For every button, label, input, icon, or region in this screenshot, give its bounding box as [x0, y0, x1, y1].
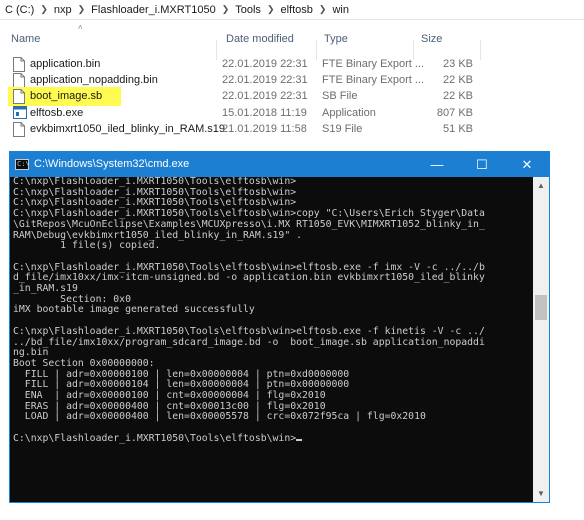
file-type: FTE Binary Export ...: [322, 74, 425, 86]
terminal-line: C:\nxp\Flashloader_i.MXRT1050\Tools\elft…: [13, 177, 297, 187]
file-name: application_nopadding.bin: [30, 74, 158, 86]
terminal-line: C:\nxp\Flashloader_i.MXRT1050\Tools\elft…: [13, 186, 297, 198]
breadcrumb-tools[interactable]: Tools: [232, 4, 264, 16]
chevron-right-icon: ❯: [266, 4, 275, 14]
scrollbar-thumb[interactable]: [535, 295, 547, 320]
terminal-line: ../bd_file/imx10xx/program_sdcard_image.…: [13, 336, 485, 348]
file-type: FTE Binary Export ...: [322, 58, 425, 70]
terminal-line: C:\nxp\Flashloader_i.MXRT1050\Tools\elft…: [13, 197, 297, 209]
terminal-text: C:\nxp\Flashloader_i.MXRT1050\Tools\elft…: [10, 177, 533, 445]
cmd-window[interactable]: C:\ C:\Windows\System32\cmd.exe — ☐ ✕ C:…: [9, 151, 550, 503]
file-icon: [13, 122, 25, 140]
column-type[interactable]: Type: [324, 33, 348, 45]
terminal-line: 1 file(s) copied.: [13, 240, 161, 252]
close-button[interactable]: ✕: [505, 152, 549, 177]
cmd-title-bar[interactable]: C:\ C:\Windows\System32\cmd.exe — ☐ ✕: [10, 152, 549, 177]
chevron-right-icon: ❯: [221, 4, 230, 14]
terminal-line: ENA | adr=0x00000100 | cnt=0x00000004 | …: [13, 390, 326, 402]
breadcrumb-flashloader[interactable]: Flashloader_i.MXRT1050: [88, 4, 219, 16]
chevron-right-icon: ❯: [40, 4, 48, 14]
breadcrumb-win[interactable]: win: [329, 4, 352, 16]
file-size: 22 KB: [443, 74, 473, 86]
file-type: S19 File: [322, 123, 363, 135]
cmd-title: C:\Windows\System32\cmd.exe: [34, 158, 190, 170]
terminal-line: C:\nxp\Flashloader_i.MXRT1050\Tools\elft…: [13, 208, 485, 220]
column-date-modified[interactable]: Date modified: [226, 33, 294, 45]
terminal-line: LOAD | adr=0x00000400 | len=0x00005578 |…: [13, 411, 426, 423]
file-row[interactable]: evkbimxrt1050_iled_blinky_in_RAM.s19 21.…: [0, 120, 584, 139]
terminal-line: ng.bin: [13, 347, 49, 359]
scroll-down-icon[interactable]: ▼: [533, 485, 549, 502]
vertical-scrollbar[interactable]: ▲ ▼: [533, 177, 549, 502]
terminal-line: FILL | adr=0x00000100 | len=0x00000004 |…: [13, 368, 350, 380]
terminal-line: ERAS | adr=0x00000400 | cnt=0x00013c00 |…: [13, 400, 326, 412]
column-size[interactable]: Size: [421, 33, 442, 45]
cmd-icon: C:\: [15, 159, 30, 170]
file-size: 23 KB: [443, 58, 473, 70]
file-size: 51 KB: [443, 123, 473, 135]
terminal-line: C:\nxp\Flashloader_i.MXRT1050\Tools\elft…: [13, 432, 297, 444]
file-date: 22.01.2019 22:31: [222, 58, 308, 70]
text-cursor: [296, 438, 303, 441]
column-header-row: ˄ Name Date modified Type Size: [0, 20, 584, 60]
terminal-line: _in_RAM.s19: [13, 283, 78, 295]
terminal-line: Section: 0x0: [13, 293, 131, 305]
breadcrumb-drive[interactable]: C (C:): [2, 4, 37, 16]
chevron-right-icon: ❯: [318, 4, 327, 14]
file-type: SB File: [322, 90, 358, 102]
chevron-right-icon: ❯: [77, 4, 86, 14]
file-size: 22 KB: [443, 90, 473, 102]
file-type: Application: [322, 107, 376, 119]
address-bar[interactable]: C (C:) ❯ nxp ❯ Flashloader_i.MXRT1050 ❯ …: [0, 0, 584, 20]
terminal-line: RAM\Debug\evkbimxrt1050_iled_blinky_in_R…: [13, 229, 303, 241]
terminal-line: iMX bootable image generated successfull…: [13, 304, 255, 316]
terminal-line: d_file/imx10xx/imx-itcm-unsigned.bd -o a…: [13, 272, 485, 284]
file-size: 807 KB: [436, 107, 473, 119]
breadcrumb-elftosb[interactable]: elftosb: [277, 4, 315, 16]
scroll-up-icon[interactable]: ▲: [533, 177, 549, 194]
terminal-output[interactable]: C:\nxp\Flashloader_i.MXRT1050\Tools\elft…: [10, 177, 533, 502]
file-date: 22.01.2019 22:31: [222, 74, 308, 86]
file-date: 21.01.2019 11:58: [222, 123, 307, 135]
file-name: elftosb.exe: [30, 107, 84, 119]
file-name: application.bin: [30, 58, 101, 70]
terminal-line: C:\nxp\Flashloader_i.MXRT1050\Tools\elft…: [13, 325, 485, 337]
file-date: 15.01.2018 11:19: [222, 107, 307, 119]
file-name: boot_image.sb: [30, 90, 103, 102]
terminal-line: FILL | adr=0x00000104 | len=0x00000004 |…: [13, 379, 350, 391]
terminal-line: \GitRepos\McuOnEclipse\Examples\MCUXpres…: [13, 218, 485, 230]
column-name[interactable]: Name: [11, 33, 40, 45]
file-name: evkbimxrt1050_iled_blinky_in_RAM.s19: [30, 123, 226, 135]
terminal-line: Boot Section 0x00000000:: [13, 357, 155, 369]
file-date: 22.01.2019 22:31: [222, 90, 308, 102]
minimize-button[interactable]: —: [415, 152, 459, 177]
maximize-button[interactable]: ☐: [460, 152, 504, 177]
sort-ascending-icon: ˄: [78, 23, 83, 32]
breadcrumb-nxp[interactable]: nxp: [51, 4, 75, 16]
terminal-line: C:\nxp\Flashloader_i.MXRT1050\Tools\elft…: [13, 261, 485, 273]
